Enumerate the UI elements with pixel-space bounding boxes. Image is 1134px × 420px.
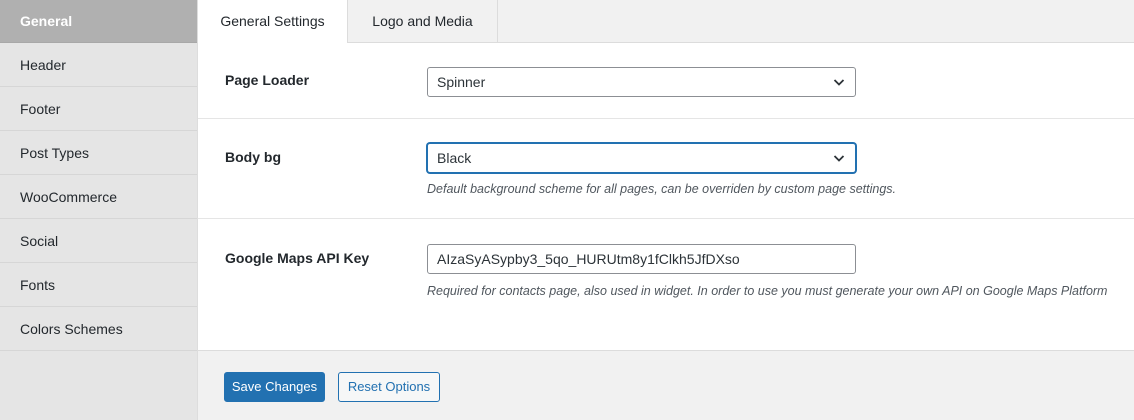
body-bg-description: Default background scheme for all pages,… <box>427 182 897 196</box>
save-changes-button[interactable]: Save Changes <box>224 372 325 402</box>
chevron-down-icon <box>833 79 845 86</box>
setting-row-google-maps: Google Maps API Key AIzaSyASypby3_5qo_HU… <box>198 219 1134 350</box>
page-loader-select[interactable]: Spinner <box>427 67 856 97</box>
page-loader-value: Spinner <box>437 74 486 90</box>
sidebar-item-general[interactable]: General <box>0 0 197 43</box>
form-footer: Save Changes Reset Options <box>198 350 1134 420</box>
sidebar-item-footer[interactable]: Footer <box>0 87 197 131</box>
main-content: General Settings Logo and Media Page Loa… <box>198 0 1134 420</box>
google-maps-api-key-label: Google Maps API Key <box>225 250 370 266</box>
body-bg-label: Body bg <box>225 149 281 165</box>
body-bg-value: Black <box>437 150 472 166</box>
page-loader-label: Page Loader <box>225 72 310 88</box>
setting-row-body-bg: Body bg Black Default background scheme … <box>198 119 1134 219</box>
sidebar-item-woocommerce[interactable]: WooCommerce <box>0 175 197 219</box>
sidebar-item-social[interactable]: Social <box>0 219 197 263</box>
body-bg-select[interactable]: Black <box>427 143 856 173</box>
google-maps-api-key-input[interactable]: AIzaSyASypby3_5qo_HURUtm8y1fClkh5JfDXso <box>427 244 856 274</box>
chevron-down-icon <box>833 155 845 162</box>
sidebar-item-header[interactable]: Header <box>0 43 197 87</box>
sidebar-item-fonts[interactable]: Fonts <box>0 263 197 307</box>
setting-row-page-loader: Page Loader Spinner <box>198 43 1134 119</box>
google-maps-api-key-description: Required for contacts page, also used in… <box>427 284 1108 298</box>
settings-sidebar: General Header Footer Post Types WooComm… <box>0 0 198 420</box>
tab-bar: General Settings Logo and Media <box>198 0 1134 44</box>
settings-panel: Page Loader Spinner Body bg Black Defaul… <box>198 43 1134 350</box>
tab-general-settings[interactable]: General Settings <box>198 0 348 44</box>
sidebar-item-colors-schemes[interactable]: Colors Schemes <box>0 307 197 351</box>
sidebar-item-post-types[interactable]: Post Types <box>0 131 197 175</box>
reset-options-button[interactable]: Reset Options <box>338 372 440 402</box>
tab-logo-and-media[interactable]: Logo and Media <box>348 0 498 43</box>
